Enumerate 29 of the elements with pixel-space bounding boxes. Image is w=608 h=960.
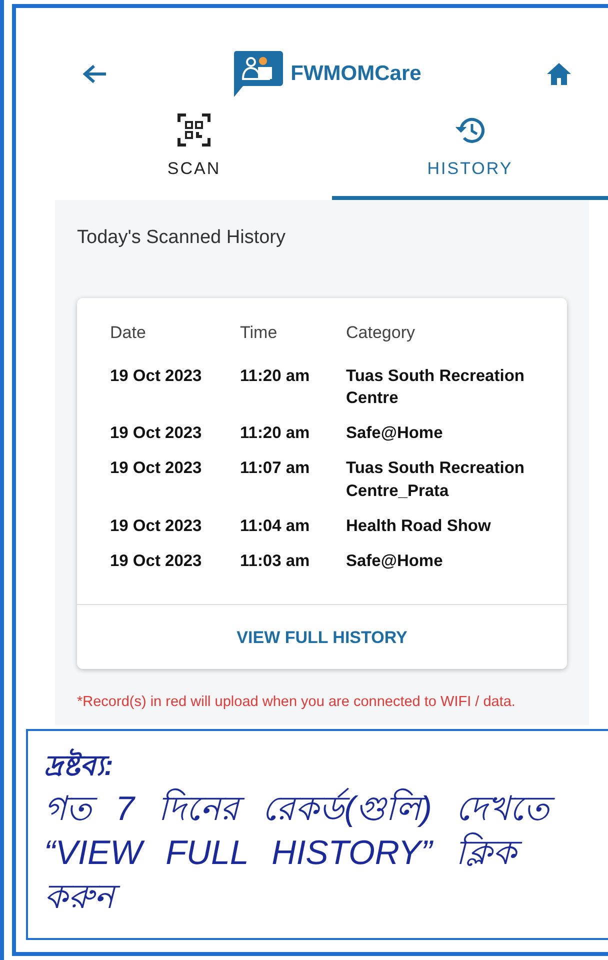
column-header: Time xyxy=(240,322,278,344)
table-cell-text: 11:20 am xyxy=(240,366,311,386)
note-title: দ্রষ্টব্য: xyxy=(44,748,114,783)
table-cell-text: 19 Oct 2023 xyxy=(110,458,203,480)
table-cell-text: 11:20 am xyxy=(240,423,311,444)
table-cell-text: Health Road Show xyxy=(346,516,492,537)
table-cell-text: 19 Oct 2023 xyxy=(110,516,203,537)
table-cell-text: 19 Oct 2023 xyxy=(110,551,203,572)
table-cell-text: 19 Oct 2023 xyxy=(110,366,203,386)
back-button[interactable] xyxy=(82,62,108,86)
column-header: Category xyxy=(346,322,416,344)
table-cell-text: Safe@Home xyxy=(346,423,444,444)
table-cell-text: Safe@Home xyxy=(346,551,444,572)
section-heading: Today's Scanned History xyxy=(77,226,287,250)
qr-code-icon xyxy=(177,112,211,148)
upload-notice: *Record(s) in red will upload when you are connected to WIFI / data. xyxy=(77,692,516,711)
table-cell-text: 19 Oct 2023 xyxy=(110,423,203,444)
table-cell-text: 11:04 am xyxy=(240,516,311,537)
note-text: গত 7 দিনের রেকর্ড(গুলি) দেখতে “VIEW FULL HISTORY” ক্লিক করুন xyxy=(44,786,592,920)
app-logo-icon xyxy=(232,51,283,97)
home-button[interactable] xyxy=(546,62,572,86)
tab[interactable]: SCAN xyxy=(56,100,332,200)
table-cell-text: 11:07 am xyxy=(240,458,311,480)
column-header: Date xyxy=(110,322,147,344)
view-full-history-button[interactable]: VIEW FULL HISTORY xyxy=(77,604,567,669)
table-cell-text: 11:03 am xyxy=(240,551,311,572)
table-cell-text: Tuas South Recreation Centre xyxy=(346,366,526,409)
app-title: FWMOMCare xyxy=(290,61,422,88)
table-cell-text: Tuas South Recreation Centre_Prata xyxy=(346,458,526,502)
